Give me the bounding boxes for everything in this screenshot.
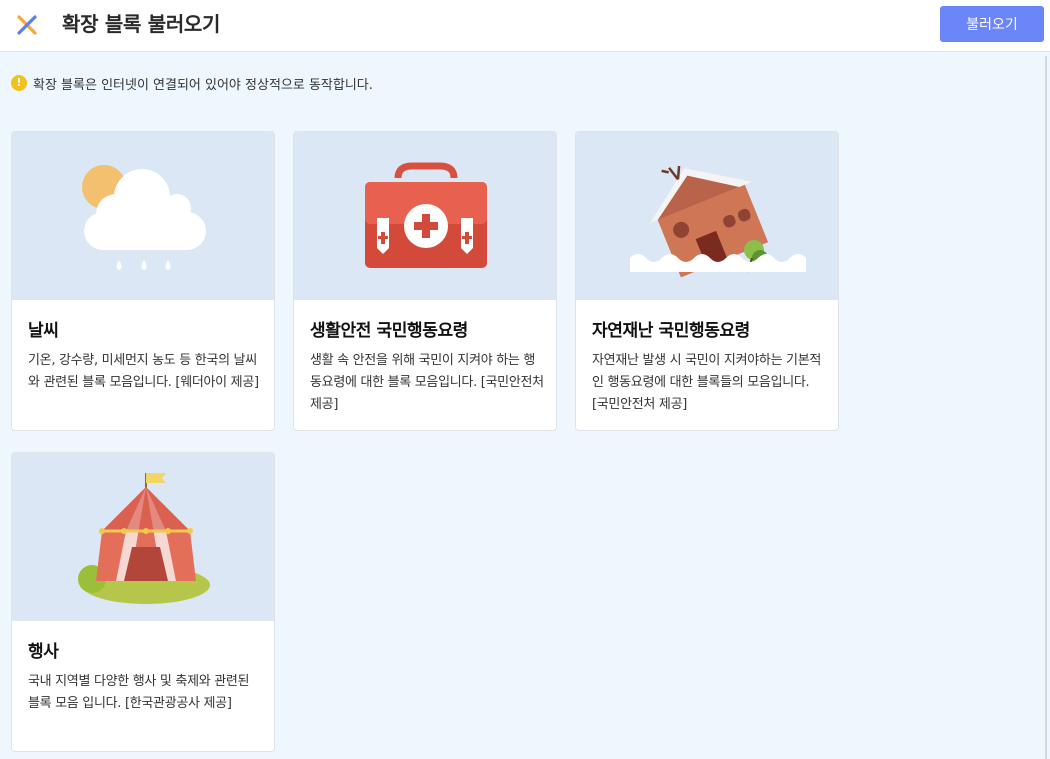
- card-description: 생활 속 안전을 위해 국민이 지켜야 하는 행동요령에 대한 블록 모음입니다…: [310, 353, 544, 412]
- card-image: [576, 132, 838, 300]
- top-bar: 확장 블록 불러오기 불러오기: [0, 0, 1050, 52]
- load-button[interactable]: 불러오기: [940, 6, 1044, 42]
- card-title: 자연재난 국민행동요령: [592, 321, 750, 341]
- warning-icon: !: [11, 75, 27, 91]
- card-image: [12, 453, 274, 621]
- flooded-house-icon: [630, 165, 806, 278]
- card-title: 생활안전 국민행동요령: [310, 321, 468, 341]
- notice: ! 확장 블록은 인터넷이 연결되어 있어야 정상적으로 동작합니다.: [11, 73, 373, 93]
- scrollbar[interactable]: [1045, 56, 1047, 759]
- card-title: 날씨: [28, 321, 59, 341]
- card-title: 행사: [28, 642, 59, 662]
- close-icon[interactable]: [14, 12, 40, 38]
- card-image: [12, 132, 274, 300]
- extension-card-weather[interactable]: 날씨 기온, 강수량, 미세먼지 농도 등 한국의 날씨와 관련된 블록 모음입…: [11, 131, 275, 431]
- circus-tent-icon: [78, 473, 210, 604]
- card-description: 국내 지역별 다양한 행사 및 축제와 관련된 블록 모음 입니다. [한국관광…: [28, 674, 250, 711]
- first-aid-kit-icon: [365, 162, 487, 268]
- extension-card-events[interactable]: 행사 국내 지역별 다양한 행사 및 축제와 관련된 블록 모음 입니다. [한…: [11, 452, 275, 752]
- page-title: 확장 블록 불러오기: [62, 12, 221, 36]
- extension-card-life-safety[interactable]: 생활안전 국민행동요령 생활 속 안전을 위해 국민이 지켜야 하는 행동요령에…: [293, 131, 557, 431]
- card-description: 자연재난 발생 시 국민이 지켜야하는 기본적인 행동요령에 대한 블록들의 모…: [592, 353, 822, 412]
- notice-text: 확장 블록은 인터넷이 연결되어 있어야 정상적으로 동작합니다.: [33, 77, 373, 93]
- card-description: 기온, 강수량, 미세먼지 농도 등 한국의 날씨와 관련된 블록 모음입니다.…: [28, 353, 259, 390]
- weather-icon: [82, 165, 206, 270]
- extension-card-natural-disaster[interactable]: 자연재난 국민행동요령 자연재난 발생 시 국민이 지켜야하는 기본적인 행동요…: [575, 131, 839, 431]
- card-image: [294, 132, 556, 300]
